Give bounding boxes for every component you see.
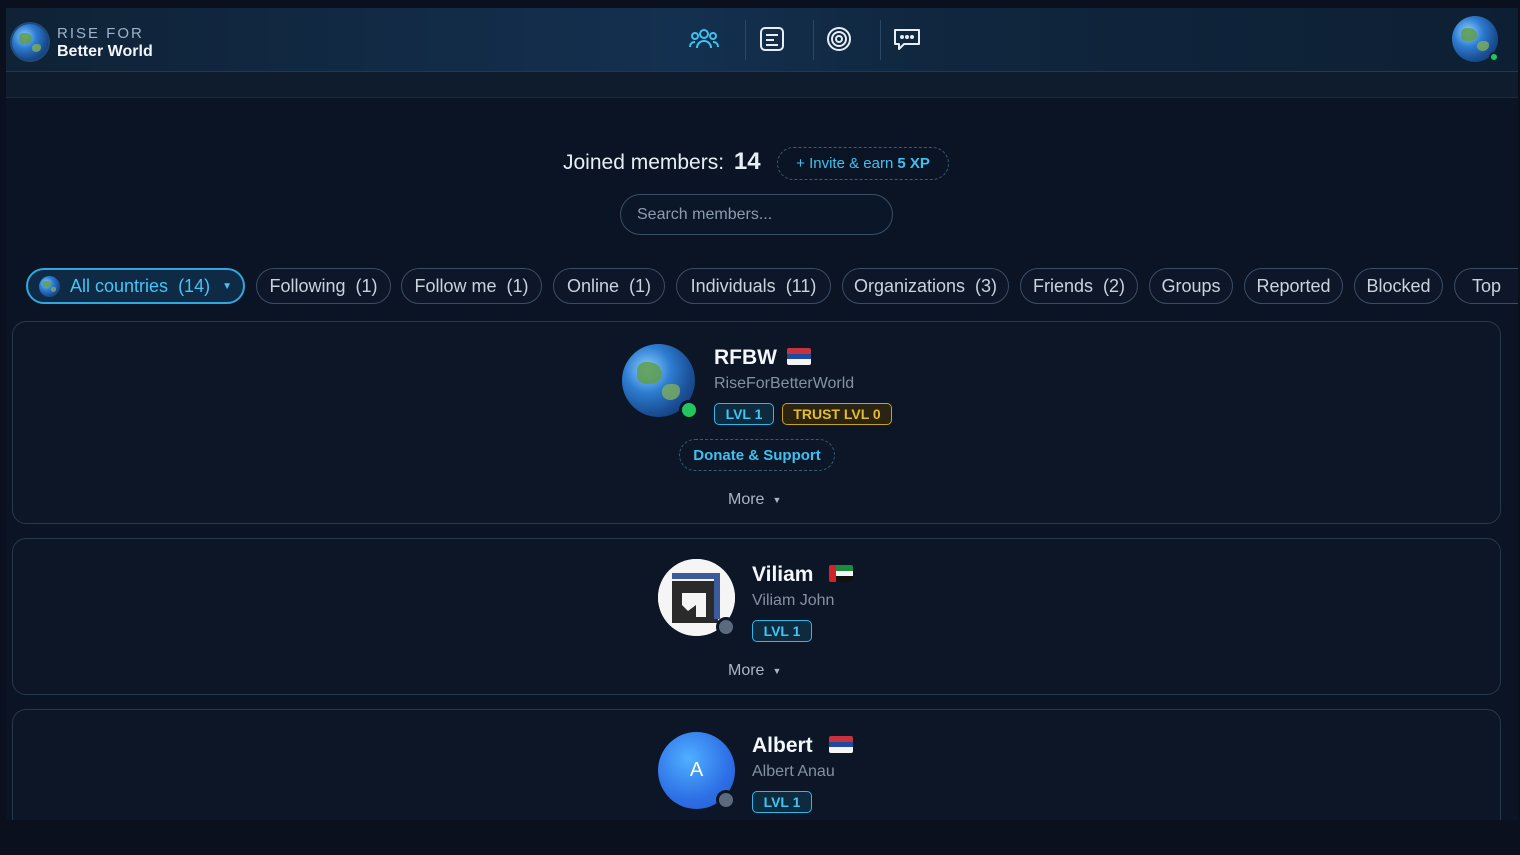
more-label: More [728, 662, 765, 679]
online-status-dot [1489, 52, 1499, 62]
filter-count: (1) [629, 275, 652, 296]
filter-individuals[interactable]: Individuals (11) [676, 268, 831, 304]
invite-xp: 5 XP [897, 155, 930, 172]
filter-count: (1) [355, 275, 378, 296]
online-status-dot [679, 400, 699, 420]
member-handle: RiseForBetterWorld [714, 375, 855, 392]
filter-groups[interactable]: Groups [1149, 268, 1233, 304]
caret-down-icon: ▼ [222, 280, 232, 292]
more-toggle[interactable]: More ▼ [728, 491, 781, 509]
filter-label: Reported [1256, 275, 1331, 296]
filter-label: Follow me [414, 275, 497, 296]
filter-count: (1) [506, 275, 529, 296]
filter-label: Following [269, 275, 346, 296]
donate-support-button[interactable]: Donate & Support [679, 439, 835, 471]
globe-icon [39, 275, 61, 297]
filter-reported[interactable]: Reported [1244, 268, 1343, 304]
logo-globe-icon[interactable] [12, 24, 48, 60]
list-icon[interactable] [755, 22, 789, 56]
uae-flag-icon [829, 565, 853, 582]
joined-label: Joined members: [563, 151, 725, 174]
offline-status-dot [716, 617, 736, 637]
brand-line2: Better World [57, 43, 153, 60]
offline-status-dot [716, 790, 736, 810]
filter-label: Blocked [1366, 275, 1431, 296]
filter-count: (11) [785, 275, 817, 296]
nav-divider [813, 20, 814, 60]
filter-label: Online [566, 275, 620, 296]
top-navbar: RISE FOR Better World [6, 8, 1518, 72]
trust-level-badge: TRUST LVL 0 [782, 403, 892, 425]
page-frame: RISE FOR Better World Joined members: 14… [0, 0, 1520, 855]
level-badge: LVL 1 [714, 403, 774, 425]
level-badge: LVL 1 [752, 791, 812, 813]
filter-friends[interactable]: Friends (2) [1020, 268, 1138, 304]
target-icon[interactable] [822, 22, 856, 56]
level-badge: LVL 1 [752, 620, 812, 642]
filter-count: (3) [975, 275, 998, 296]
nav-divider [880, 20, 881, 60]
member-card[interactable]: A Albert Albert Anau LVL 1 [12, 709, 1501, 820]
more-toggle[interactable]: More ▼ [728, 662, 781, 680]
filter-follow-me[interactable]: Follow me (1) [401, 268, 542, 304]
chat-icon[interactable] [890, 22, 924, 56]
members-icon[interactable] [687, 22, 721, 56]
filter-label: Individuals [690, 275, 776, 296]
filter-organizations[interactable]: Organizations (3) [842, 268, 1009, 304]
member-card[interactable]: Viliam Viliam John LVL 1 More ▼ [12, 538, 1501, 695]
app-window: RISE FOR Better World Joined members: 14… [6, 8, 1518, 820]
filter-label: All countries [70, 275, 169, 296]
filter-all-countries[interactable]: All countries (14) ▼ [26, 268, 245, 304]
filter-label: Groups [1161, 275, 1221, 296]
member-name[interactable]: Albert [752, 734, 813, 758]
member-card[interactable]: RFBW RiseForBetterWorld LVL 1 TRUST LVL … [12, 321, 1501, 524]
filter-online[interactable]: Online (1) [553, 268, 665, 304]
caret-down-icon: ▼ [772, 665, 782, 676]
more-label: More [728, 491, 765, 508]
serbia-flag-icon [787, 348, 811, 365]
filter-label: Friends [1032, 275, 1094, 296]
filter-top[interactable]: Top [1454, 268, 1518, 304]
filter-blocked[interactable]: Blocked [1354, 268, 1443, 304]
nav-divider [745, 20, 746, 60]
filter-chips: All countries (14) ▼ Following (1) Follo… [26, 268, 1518, 304]
member-name[interactable]: Viliam [752, 563, 813, 587]
invite-label: + Invite & earn [796, 155, 894, 172]
serbia-flag-icon [829, 736, 853, 753]
sub-navbar [6, 72, 1518, 98]
member-handle: Viliam John [752, 592, 835, 609]
joined-count: 14 [733, 148, 761, 175]
member-name[interactable]: RFBW [714, 346, 777, 370]
filter-count: (2) [1103, 275, 1126, 296]
member-handle: Albert Anau [752, 763, 835, 780]
filter-label: Top [1471, 275, 1502, 296]
filter-label: Organizations [853, 275, 966, 296]
search-members-input[interactable] [620, 194, 893, 235]
caret-down-icon: ▼ [772, 494, 782, 505]
joined-members-text: Joined members: 14 [563, 148, 761, 176]
brand-line1: RISE FOR [57, 25, 144, 42]
filter-following[interactable]: Following (1) [256, 268, 391, 304]
filter-count: (14) [178, 275, 211, 296]
invite-button[interactable]: + Invite & earn 5 XP [777, 147, 949, 180]
